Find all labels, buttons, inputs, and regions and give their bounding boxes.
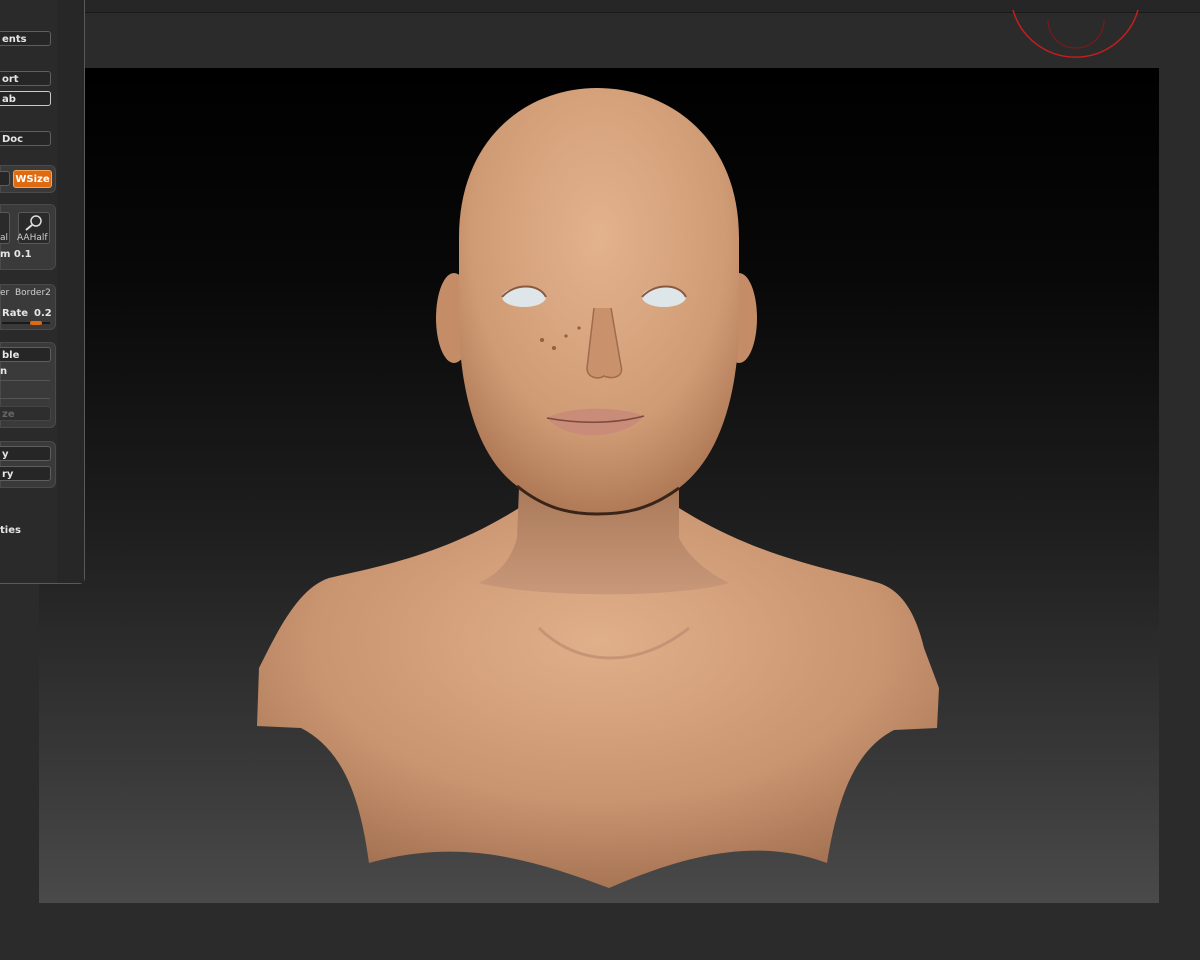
properties-label[interactable]: ties (0, 525, 21, 536)
range-label[interactable]: n (0, 366, 7, 377)
aahalf-label: AAHalf (17, 233, 48, 243)
panel-spine (57, 0, 84, 583)
divider (0, 380, 50, 381)
rate-label: Rate (2, 308, 29, 319)
enable-button[interactable]: ble (0, 347, 51, 362)
actual-label: al (0, 233, 9, 243)
size-group: WSize (0, 165, 56, 193)
doc-button[interactable]: Doc (0, 131, 51, 146)
magnifier-glyph-icon (25, 215, 42, 231)
resize-button[interactable]: ze (0, 406, 51, 421)
history-group: y ry (0, 441, 56, 488)
history-button[interactable]: y (0, 446, 51, 461)
memory-button[interactable]: ry (0, 466, 51, 481)
grab-button[interactable]: ab (0, 91, 51, 106)
zoom-value[interactable]: m 0.1 (0, 249, 32, 260)
navigation-gizmo[interactable] (1010, 0, 1150, 80)
size-left-button[interactable] (0, 171, 10, 186)
divider (0, 398, 50, 399)
border-group: er Border2 Rate 0.2 (0, 284, 56, 330)
zoom-group: al AAHalf m 0.1 (0, 204, 56, 270)
wsize-button[interactable]: WSize (13, 170, 52, 188)
export-button[interactable]: ort (0, 71, 51, 86)
sculpt-model (257, 88, 939, 888)
border-label[interactable]: er (0, 288, 9, 298)
viewport-canvas[interactable] (39, 68, 1159, 903)
document-panel: ents ort ab Doc WSize al AAHalf m 0.1 er… (0, 0, 85, 584)
border2-label[interactable]: Border2 (15, 288, 51, 298)
range-group: ble n ze (0, 342, 56, 428)
rate-slider-knob[interactable] (30, 321, 42, 325)
rate-slider[interactable] (2, 322, 50, 324)
rate-value: 0.2 (34, 308, 52, 319)
docs-button[interactable]: ents (0, 31, 51, 46)
